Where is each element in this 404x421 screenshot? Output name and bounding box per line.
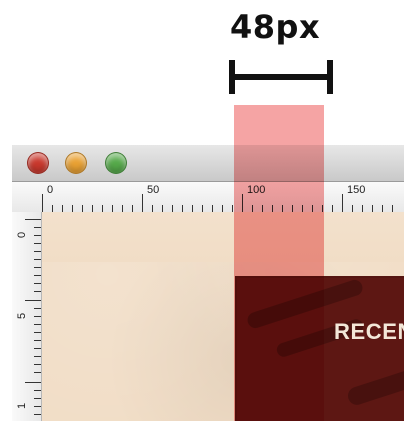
ruler-left-tick: [34, 406, 41, 407]
ruler-top-tick: [342, 194, 343, 212]
ruler-left-tick: [34, 283, 41, 284]
ruler-left-tick: [34, 414, 41, 415]
ruler-top-tick: [382, 205, 383, 212]
measure-label: 48px: [230, 8, 321, 46]
ruler-top-tick: [62, 205, 63, 212]
ruler-left-tick: [34, 398, 41, 399]
close-button[interactable]: [27, 152, 49, 174]
document-canvas: RECENT: [42, 212, 404, 421]
ruler-top-tick: [52, 205, 53, 212]
ruler-left-tick: [34, 227, 41, 228]
zoom-button[interactable]: [105, 152, 127, 174]
ruler-left-tick: [34, 251, 41, 252]
ruler-left-tick: [34, 348, 41, 349]
ruler-top-tick: [42, 194, 43, 212]
measurement-cap-right: [327, 60, 333, 94]
ruler-left-tick: [34, 372, 41, 373]
minimize-button[interactable]: [65, 152, 87, 174]
ruler-top-label-50: 50: [147, 184, 160, 196]
canvas-top-strip: [42, 212, 404, 262]
ruler-left-tick: [34, 267, 41, 268]
ruler-left-tick: [25, 219, 41, 220]
ruler-top-tick: [102, 205, 103, 212]
ruler-top-tick: [192, 205, 193, 212]
ruler-top-tick: [112, 205, 113, 212]
ruler-left-tick: [34, 291, 41, 292]
ruler-left-tick: [34, 308, 41, 309]
title-bar: [12, 145, 404, 182]
ruler-top-tick: [392, 205, 393, 212]
ruler-left-tick: [34, 235, 41, 236]
ruler-top-tick: [362, 205, 363, 212]
ruler-top-tick: [82, 205, 83, 212]
measurement-line: [229, 74, 333, 80]
ruler-left-tick: [34, 340, 41, 341]
ruler-left-label-0: 0: [16, 231, 28, 238]
measurement-bar: [229, 60, 333, 94]
ruler-top-label-0: 0: [47, 184, 54, 196]
ruler-left-tick: [34, 324, 41, 325]
ruler-top-tick: [132, 205, 133, 212]
ruler-left-tick: [34, 332, 41, 333]
ruler-top-tick: [352, 205, 353, 212]
ruler-left-tick: [34, 390, 41, 391]
ruler-top-tick: [212, 205, 213, 212]
ruler-top: 0 50 100 150: [12, 182, 404, 213]
ruler-left-label-5: 5: [16, 312, 28, 319]
ruler-top-tick: [122, 205, 123, 212]
ruler-left-tick: [34, 243, 41, 244]
ruler-top-tick: [72, 205, 73, 212]
ruler-left: 0 5 1: [12, 212, 42, 421]
measurement-highlight: [234, 105, 324, 421]
ruler-left-label-1: 1: [16, 402, 28, 409]
ruler-top-tick: [332, 205, 333, 212]
ruler-left-tick: [25, 382, 41, 383]
ruler-top-tick: [152, 205, 153, 212]
ruler-top-tick: [162, 205, 163, 212]
ruler-left-tick: [34, 275, 41, 276]
ruler-top-tick: [202, 205, 203, 212]
ruler-top-tick: [372, 205, 373, 212]
screenshot-root: 48px 0 50 150 0 5 1 RECE: [0, 0, 404, 421]
ruler-left-tick: [34, 316, 41, 317]
ruler-top-tick: [222, 205, 223, 212]
ruler-top-label-150: 150: [347, 184, 366, 196]
ruler-top-tick: [182, 205, 183, 212]
ruler-left-tick: [34, 364, 41, 365]
ruler-left-tick: [34, 259, 41, 260]
app-window: 0 50 100 150: [12, 145, 404, 421]
ruler-top-tick: [142, 194, 143, 212]
ruler-top-tick: [232, 205, 233, 212]
ruler-left-tick: [25, 300, 41, 301]
ruler-top-tick: [172, 205, 173, 212]
ruler-left-tick: [34, 356, 41, 357]
recent-heading: RECENT: [334, 319, 404, 344]
ruler-top-tick: [92, 205, 93, 212]
texture-streak: [345, 346, 404, 408]
